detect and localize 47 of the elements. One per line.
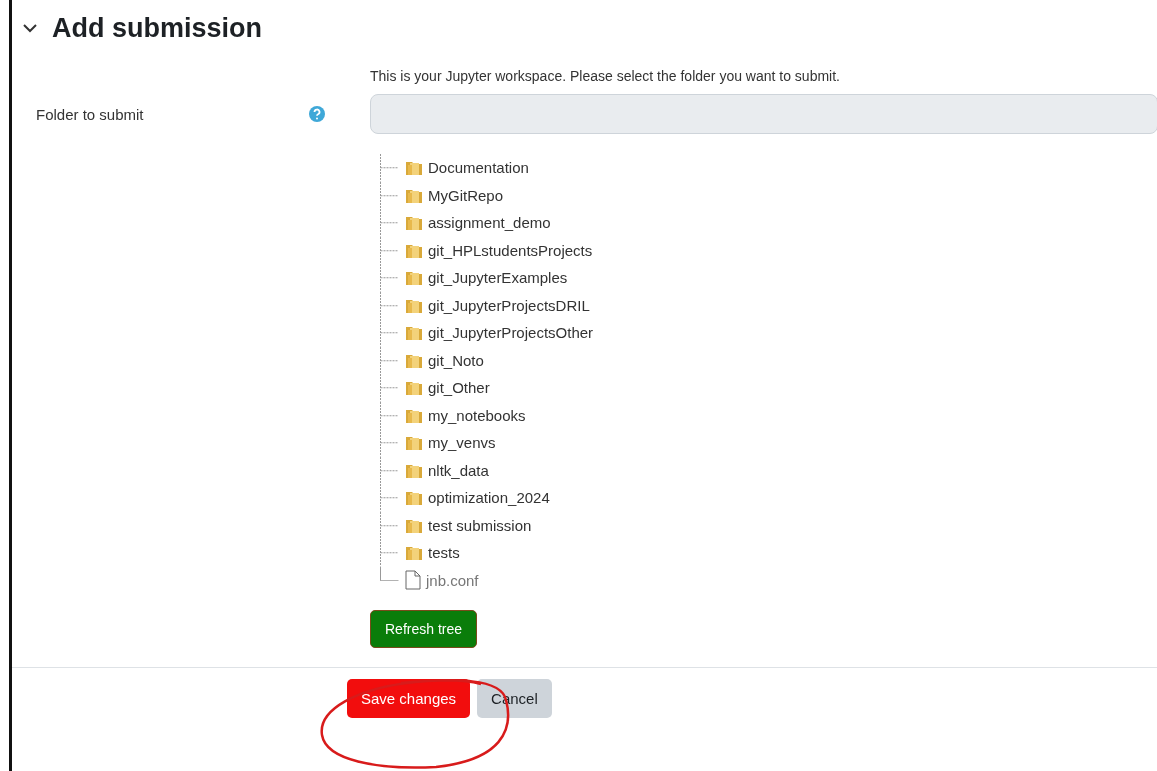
tree-item[interactable]: git_JupyterExamples [428, 269, 568, 287]
tree-item[interactable]: my_notebooks [428, 406, 526, 424]
tree-item[interactable]: git_JupyterProjectsDRIL [428, 296, 590, 314]
tree-line [380, 456, 399, 484]
folder-icon [405, 214, 423, 232]
field-label: Folder to submit [36, 105, 145, 123]
tree-line [380, 154, 399, 182]
tree-item[interactable]: tests [428, 544, 460, 562]
tree-item[interactable]: jnb.conf [426, 571, 479, 589]
tree-item[interactable]: test submission [428, 516, 532, 534]
folder-field[interactable] [370, 94, 1157, 134]
save-button[interactable]: Save changes [347, 679, 471, 718]
tree-line [380, 346, 399, 374]
folder-icon [405, 544, 423, 562]
tree-item[interactable]: MyGitRepo [428, 186, 504, 204]
file-icon [405, 570, 421, 591]
tree-item[interactable]: Documentation [428, 159, 529, 177]
tree-line [380, 291, 399, 319]
help-icon[interactable] [308, 105, 326, 123]
tree-item[interactable]: nltk_data [428, 461, 489, 479]
folder-icon [405, 324, 423, 342]
tree-item[interactable]: git_Noto [428, 351, 484, 369]
intro-text: This is your Jupyter workspace. Please select the folder you want to submit. [370, 67, 841, 86]
tree-item[interactable]: optimization_2024 [428, 489, 550, 507]
tree-item[interactable]: assignment_demo [428, 214, 551, 232]
tree-line [380, 264, 399, 292]
section-title: Add submission [52, 12, 262, 44]
tree-line [380, 511, 399, 539]
tree-item[interactable]: git_HPLstudentsProjects [428, 241, 593, 259]
tree-line [380, 429, 399, 457]
tree-line [380, 484, 399, 512]
tree-line [380, 209, 399, 237]
folder-icon [405, 489, 423, 507]
tree-item[interactable]: my_venvs [428, 434, 496, 452]
tree-line [380, 181, 399, 209]
tree-line [380, 319, 399, 347]
folder-icon [405, 159, 423, 177]
folder-icon [405, 434, 423, 452]
tree-line [380, 374, 399, 402]
tree-item[interactable]: git_JupyterProjectsOther [428, 324, 594, 342]
refresh-button[interactable]: Refresh tree [370, 610, 478, 648]
folder-icon [405, 379, 423, 397]
chevron-icon[interactable] [22, 23, 38, 33]
tree-line [380, 236, 399, 264]
tree-line [380, 401, 399, 429]
tree-item[interactable]: git_Other [428, 379, 490, 397]
folder-icon [405, 269, 423, 287]
